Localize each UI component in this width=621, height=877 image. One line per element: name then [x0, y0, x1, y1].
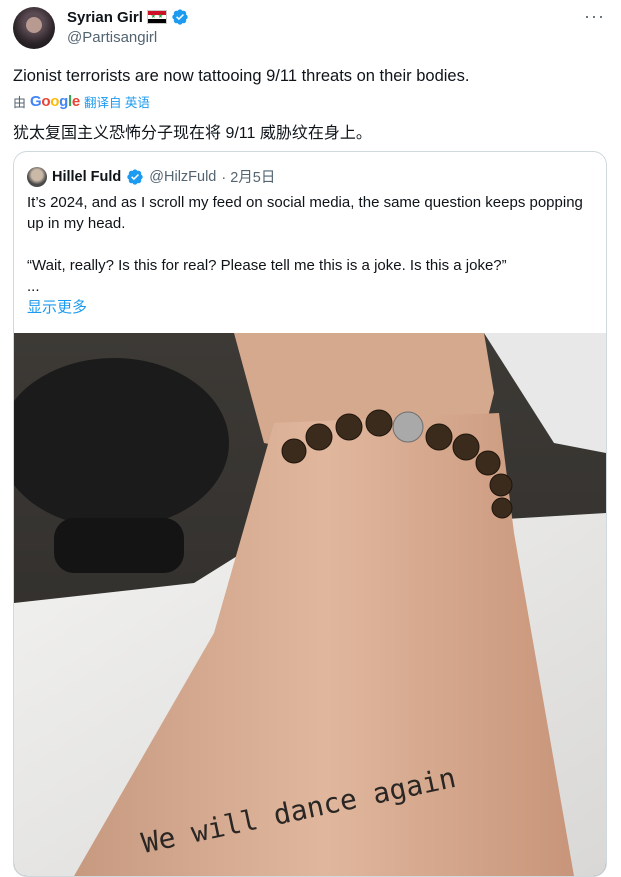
- verified-badge-icon: [172, 9, 188, 25]
- translate-source-link[interactable]: 翻译自 英语: [84, 92, 150, 111]
- translate-prefix: 由: [13, 95, 27, 110]
- syria-flag-icon: ★ ★: [146, 10, 167, 24]
- author-handle[interactable]: @Partisangirl: [67, 29, 157, 46]
- quoted-text-ellipsis: ...: [27, 278, 40, 295]
- quoted-tweet-header: Hillel Fuld @HilzFuld · 2月5日: [27, 166, 275, 187]
- quoted-tweet-body: It’s 2024, and as I scroll my feed on so…: [27, 192, 593, 318]
- google-logo: Google: [30, 93, 80, 110]
- verified-badge-icon: [127, 168, 143, 185]
- quoted-author-name[interactable]: Hillel Fuld: [52, 169, 121, 185]
- quoted-author-avatar[interactable]: [27, 166, 47, 187]
- tweet-text: Zionist terrorists are now tattooing 9/1…: [13, 67, 470, 85]
- tattoo-photo[interactable]: We will dance again: [14, 333, 606, 876]
- quoted-text-line: “Wait, really? Is this for real? Please …: [27, 257, 507, 274]
- quoted-author-handle[interactable]: @HilzFuld: [149, 169, 216, 185]
- author-name-row: Syrian Girl ★ ★: [67, 8, 189, 26]
- show-more-link[interactable]: 显示更多: [27, 297, 593, 318]
- author-avatar[interactable]: [13, 7, 55, 49]
- quoted-text-line: It’s 2024, and as I scroll my feed on so…: [27, 194, 583, 232]
- translated-text: 犹太复国主义恐怖分子现在将 9/11 威胁纹在身上。: [13, 125, 372, 142]
- translation-attribution: 由 Google 翻译自 英语: [13, 92, 150, 111]
- quoted-tweet-card[interactable]: Hillel Fuld @HilzFuld · 2月5日 It’s 2024, …: [13, 151, 607, 877]
- quoted-tweet-date[interactable]: · 2月5日: [221, 166, 275, 187]
- author-name[interactable]: Syrian Girl: [67, 9, 143, 26]
- more-options-icon[interactable]: ···: [584, 6, 605, 27]
